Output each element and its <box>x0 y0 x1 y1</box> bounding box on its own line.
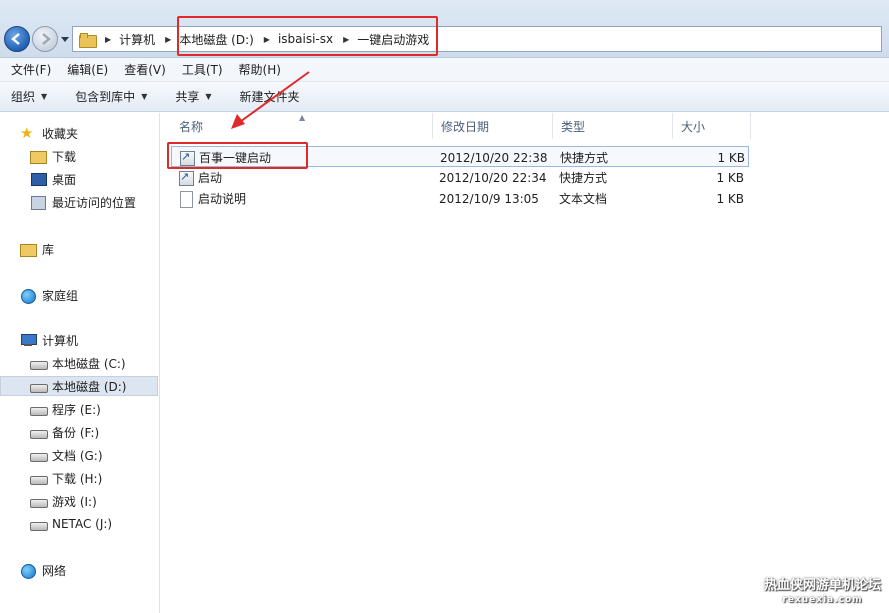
caret-down-icon: ▼ <box>205 92 212 101</box>
nav-drive-label: NETAC (J:) <box>52 517 113 531</box>
recent-places-icon <box>30 195 46 210</box>
nav-drive-label: 文档 (G:) <box>52 448 103 463</box>
library-icon <box>20 242 37 257</box>
file-name: 启动说明 <box>198 192 247 206</box>
computer-icon <box>20 333 37 347</box>
nav-drive-label: 本地磁盘 (D:) <box>52 379 127 394</box>
organize-button[interactable]: 组织 ▼ <box>11 88 47 105</box>
menu-file[interactable]: 文件(F) <box>3 61 59 78</box>
nav-drive-d[interactable]: 本地磁盘 (D:) <box>0 376 158 396</box>
file-type: 文本文档 <box>559 192 608 206</box>
column-modified[interactable]: 修改日期 <box>433 113 553 139</box>
forward-button[interactable] <box>32 26 58 52</box>
desktop-icon <box>30 172 47 186</box>
nav-drive-c[interactable]: 本地磁盘 (C:) <box>0 353 158 373</box>
command-toolbar: 组织 ▼ 包含到库中 ▼ 共享 ▼ 新建文件夹 <box>0 82 889 112</box>
nav-drive-f[interactable]: 备份 (F:) <box>0 422 158 442</box>
system-drive-icon <box>30 356 48 370</box>
file-size: 1 KB <box>717 150 745 165</box>
menu-tools[interactable]: 工具(T) <box>174 61 231 78</box>
nav-libraries[interactable]: 库 <box>0 239 158 259</box>
address-bar-area: ▶ 计算机 ▶ 本地磁盘 (D:) ▶ isbaisi-sx ▶ 一键启动游戏 <box>0 0 889 58</box>
file-size: 1 KB <box>716 191 744 206</box>
file-list-pane: 名称 修改日期 类型 大小 ▲ 百事一键启动 2012/10/20 22:38 … <box>161 113 889 613</box>
file-type: 快捷方式 <box>559 171 608 185</box>
nav-homegroup[interactable]: 家庭组 <box>0 285 158 305</box>
shortcut-icon <box>178 170 194 186</box>
nav-downloads[interactable]: 下载 <box>0 146 158 166</box>
nav-network-label: 网络 <box>42 563 67 578</box>
column-type[interactable]: 类型 <box>553 113 673 139</box>
nav-desktop-label: 桌面 <box>52 172 77 187</box>
nav-libraries-label: 库 <box>42 242 55 257</box>
drive-icon <box>30 494 48 508</box>
drive-icon <box>30 448 48 462</box>
menu-edit[interactable]: 编辑(E) <box>59 61 116 78</box>
file-modified: 2012/10/20 22:34 <box>439 170 547 185</box>
nav-computer-label: 计算机 <box>42 333 79 348</box>
drive-icon <box>30 402 48 416</box>
nav-recent-label: 最近访问的位置 <box>52 195 137 210</box>
folder-icon <box>79 32 97 48</box>
share-label: 共享 <box>175 90 200 104</box>
nav-favorites-label: 收藏夹 <box>42 126 79 141</box>
nav-recent-places[interactable]: 最近访问的位置 <box>0 192 158 212</box>
file-name: 启动 <box>198 171 223 185</box>
file-row[interactable]: 启动 2012/10/20 22:34 快捷方式 1 KB <box>171 167 749 188</box>
star-icon: ★ <box>20 124 34 142</box>
watermark-title: 热血侠网游单机论坛 <box>763 578 881 593</box>
file-modified: 2012/10/9 13:05 <box>439 191 539 206</box>
nav-drive-g[interactable]: 文档 (G:) <box>0 445 158 465</box>
navigation-pane: ★ 收藏夹 下载 桌面 最近访问的位置 库 家庭组 计算机 本地磁盘 (C:) … <box>0 113 160 613</box>
file-size: 1 KB <box>716 170 744 185</box>
organize-label: 组织 <box>11 90 36 104</box>
highlight-box-address <box>177 16 438 56</box>
file-modified: 2012/10/20 22:38 <box>440 150 548 165</box>
nav-desktop[interactable]: 桌面 <box>0 169 158 189</box>
nav-drive-label: 程序 (E:) <box>52 402 101 417</box>
caret-down-icon: ▼ <box>41 92 48 101</box>
nav-downloads-label: 下载 <box>52 149 77 164</box>
red-arrow-annotation-icon <box>231 71 310 129</box>
caret-down-icon: ▼ <box>141 92 148 101</box>
drive-icon <box>30 425 48 439</box>
nav-homegroup-label: 家庭组 <box>42 288 79 303</box>
column-size[interactable]: 大小 <box>673 113 751 139</box>
chevron-right-icon[interactable]: ▶ <box>105 35 111 44</box>
menu-view[interactable]: 查看(V) <box>116 61 174 78</box>
highlight-box-file <box>167 142 308 169</box>
menu-bar: 文件(F) 编辑(E) 查看(V) 工具(T) 帮助(H) <box>0 58 889 82</box>
network-icon <box>20 563 36 579</box>
drive-icon <box>30 471 48 485</box>
watermark: 热血侠网游单机论坛 rexuexia.com <box>764 579 881 607</box>
chevron-right-icon[interactable]: ▶ <box>165 35 171 44</box>
nav-computer[interactable]: 计算机 <box>0 330 158 350</box>
watermark-domain: rexuexia.com <box>782 595 863 605</box>
nav-network[interactable]: 网络 <box>0 560 158 580</box>
nav-drive-e[interactable]: 程序 (E:) <box>0 399 158 419</box>
arrow-left-icon <box>11 33 20 45</box>
arrow-right-icon <box>42 33 51 45</box>
file-row[interactable]: 启动说明 2012/10/9 13:05 文本文档 1 KB <box>171 188 749 209</box>
breadcrumb-computer[interactable]: 计算机 <box>119 31 155 48</box>
nav-drive-h[interactable]: 下载 (H:) <box>0 468 158 488</box>
nav-drive-label: 备份 (F:) <box>52 425 100 440</box>
drive-icon <box>30 379 48 393</box>
file-type: 快捷方式 <box>560 151 609 165</box>
nav-drive-i[interactable]: 游戏 (I:) <box>0 491 158 511</box>
nav-favorites[interactable]: ★ 收藏夹 <box>0 123 158 143</box>
downloads-folder-icon <box>30 149 47 164</box>
history-dropdown-icon[interactable] <box>60 34 70 44</box>
homegroup-icon <box>20 288 36 304</box>
nav-drive-label: 下载 (H:) <box>52 471 103 486</box>
nav-drive-label: 本地磁盘 (C:) <box>52 356 126 371</box>
include-in-library-button[interactable]: 包含到库中 ▼ <box>75 88 147 105</box>
nav-drive-j[interactable]: NETAC (J:) <box>0 514 158 534</box>
usb-drive-icon <box>30 517 48 531</box>
text-document-icon <box>178 190 194 208</box>
include-library-label: 包含到库中 <box>75 90 136 104</box>
nav-drive-label: 游戏 (I:) <box>52 494 97 509</box>
share-button[interactable]: 共享 ▼ <box>175 88 211 105</box>
back-button[interactable] <box>4 26 30 52</box>
